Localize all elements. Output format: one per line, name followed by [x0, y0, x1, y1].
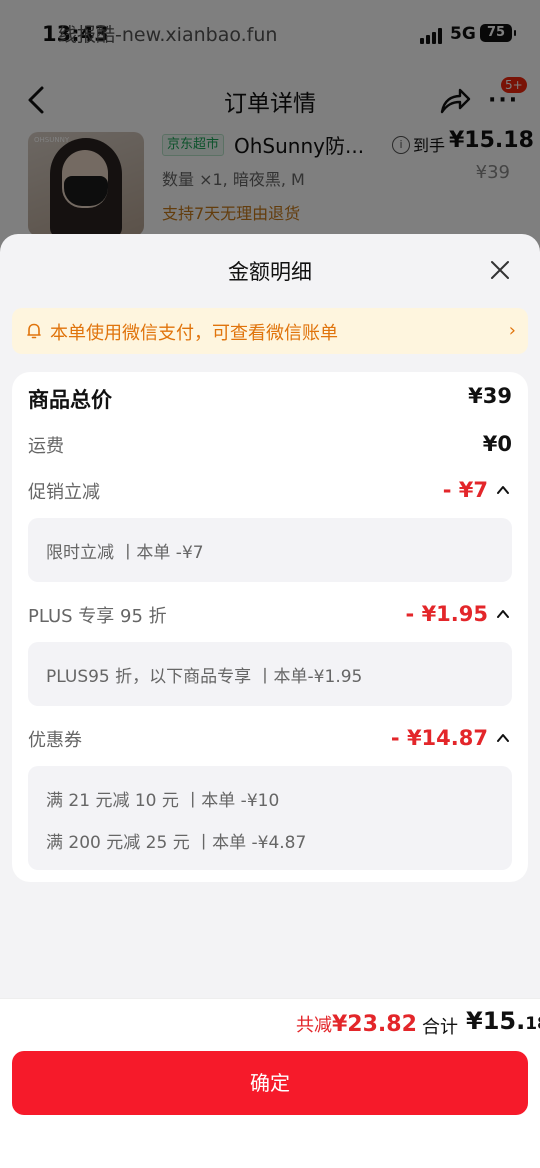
promo-value: - ¥7 — [442, 478, 488, 502]
chevron-up-icon — [497, 734, 509, 742]
modal-overlay[interactable] — [0, 0, 540, 260]
plus-value: - ¥1.95 — [405, 602, 488, 626]
confirm-button[interactable]: 确定 — [12, 1051, 528, 1115]
amount-card: 商品总价 ¥39 运费 ¥0 促销立减 - ¥7 限时立减 丨本单 -¥7 PL… — [12, 372, 528, 882]
coupon-detail-line: 满 200 元减 25 元 丨本单 -¥4.87 — [46, 833, 307, 853]
total-amount: ¥15.18 — [466, 1007, 540, 1035]
coupon-label: 优惠券 — [28, 730, 82, 751]
sheet-title: 金额明细 — [228, 260, 312, 284]
wechat-bill-notice[interactable]: 本单使用微信支付，可查看微信账单 › — [12, 308, 528, 354]
chevron-right-icon: › — [508, 320, 516, 341]
shipping-row: 运费 ¥0 — [28, 432, 512, 462]
close-icon[interactable] — [486, 256, 514, 284]
shipping-label: 运费 — [28, 436, 64, 457]
saved-amount: 共减¥23.82 — [296, 1012, 417, 1037]
promo-detail: 限时立减 丨本单 -¥7 — [28, 518, 512, 582]
bell-icon — [27, 323, 41, 339]
total-label: 合计 — [422, 1017, 458, 1038]
coupon-detail-line: 满 21 元减 10 元 丨本单 -¥10 — [46, 791, 280, 811]
promo-detail-line: 限时立减 丨本单 -¥7 — [46, 543, 204, 563]
notice-text: 本单使用微信支付，可查看微信账单 — [50, 323, 338, 344]
promo-label: 促销立减 — [28, 482, 100, 503]
chevron-up-icon — [497, 610, 509, 618]
coupon-value: - ¥14.87 — [390, 726, 488, 750]
footer-bar: 共减¥23.82 合计 ¥15.18 确定 — [0, 998, 540, 1168]
plus-detail-line: PLUS95 折，以下商品专享 丨本单-¥1.95 — [46, 667, 363, 687]
shipping-value: ¥0 — [482, 432, 512, 456]
coupon-detail: 满 21 元减 10 元 丨本单 -¥10 满 200 元减 25 元 丨本单 … — [28, 766, 512, 870]
goods-total-value: ¥39 — [468, 384, 512, 408]
plus-detail: PLUS95 折，以下商品专享 丨本单-¥1.95 — [28, 642, 512, 706]
plus-label: PLUS 专享 95 折 — [28, 606, 167, 627]
coupon-row[interactable]: 优惠券 - ¥14.87 — [28, 726, 512, 756]
chevron-up-icon — [497, 486, 509, 494]
goods-total-row: 商品总价 ¥39 — [28, 384, 512, 414]
promo-row[interactable]: 促销立减 - ¥7 — [28, 478, 512, 508]
plus-row[interactable]: PLUS 专享 95 折 - ¥1.95 — [28, 602, 512, 632]
goods-total-label: 商品总价 — [28, 388, 112, 412]
